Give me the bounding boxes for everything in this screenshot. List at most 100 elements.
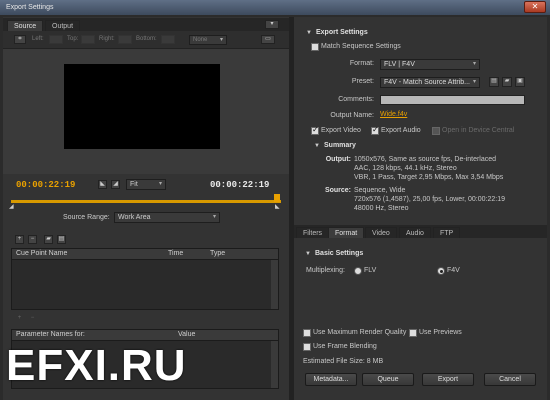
tab-video[interactable]: Video [365,227,397,238]
summary-output-line-1: 1050x576, Same as source fps, De-interla… [354,156,497,163]
crop-right-field[interactable] [118,35,132,44]
param-table-scrollbar[interactable] [271,341,278,388]
open-folder-icon[interactable]: ▰ [44,235,53,244]
source-range-select[interactable]: Work Area ▾ [114,212,220,223]
duration-time: 00:00:22:19 [210,180,270,190]
save-cue-points-icon[interactable]: ▤ [57,235,66,244]
summary-source-line-2: 720x576 (1,4587), 25,00 fps, Lower, 00:0… [354,196,506,203]
estimated-file-size: Estimated File Size: 8 MB [303,358,384,365]
crop-bottom-field[interactable] [161,35,175,44]
tab-audio[interactable]: Audio [399,227,431,238]
cancel-button[interactable]: Cancel [484,373,536,386]
metadata-button[interactable]: Metadata... [305,373,357,386]
frame-blending-checkbox[interactable] [303,343,311,351]
add-cue-point-icon[interactable]: + [15,235,24,244]
export-audio-checkbox[interactable] [371,125,379,135]
summary-source-label: Source: [324,187,351,194]
set-in-point-icon[interactable]: ◣ [98,180,107,189]
tab-filters[interactable]: Filters [296,227,330,238]
crop-left-field[interactable] [49,35,63,44]
multiplexing-label: Multiplexing: [306,267,345,274]
summary-source-line-3: 48000 Hz, Stereo [354,205,409,212]
mux-f4v-radio[interactable] [437,267,445,275]
source-range-label: Source Range: [63,214,110,221]
use-previews-label: Use Previews [419,329,462,336]
crop-left-label: Left: [32,36,44,42]
summary-output-label: Output: [325,156,351,163]
mux-flv-radio[interactable] [354,267,362,275]
playhead[interactable] [274,194,280,202]
basic-settings-collapse-icon[interactable]: ▼ [305,251,311,257]
summary-collapse-icon[interactable]: ▼ [314,143,320,149]
export-settings-collapse-icon[interactable]: ▼ [306,30,312,36]
close-button[interactable]: ✕ [524,1,546,13]
add-param-icon[interactable]: + [15,314,24,323]
match-sequence-label: Match Sequence Settings [321,43,401,50]
mux-flv-label: FLV [364,267,377,274]
export-video-checkbox[interactable] [311,125,319,135]
col-type[interactable]: Type [210,250,225,257]
output-name-link[interactable]: Wide.f4v [380,111,407,118]
export-settings-title: Export Settings [316,29,368,36]
max-render-quality-label: Use Maximum Render Quality [313,329,407,336]
param-table-header: Parameter Names for: Value [12,330,278,341]
cue-point-toolbar: + − ▰ ▤ [11,233,281,247]
cue-point-table[interactable]: Cue Point Name Time Type [11,248,279,310]
use-previews-checkbox[interactable] [409,329,417,337]
tab-ftp[interactable]: FTP [433,227,461,238]
match-sequence-checkbox[interactable] [311,43,319,51]
summary-title: Summary [324,142,356,149]
col-value[interactable]: Value [178,331,195,338]
comments-field[interactable] [380,95,525,105]
delete-preset-icon[interactable]: ▣ [515,77,525,87]
import-preset-icon[interactable]: ▰ [502,77,512,87]
crop-top-field[interactable] [81,35,95,44]
open-device-central-checkbox[interactable] [432,127,440,135]
output-name-label: Output Name: [330,112,374,119]
crop-toolbar: ⌗ Left: Top: Right: Bottom: None ▾ ▭ [3,31,289,49]
output-size-icon[interactable]: ▭ [261,35,275,44]
export-video-label: Export Video [321,127,361,134]
summary-output-line-2: AAC, 128 kbps, 44.1 kHz, Stereo [354,165,457,172]
tab-format[interactable]: Format [328,227,365,238]
set-out-point-icon[interactable]: ◢ [111,180,120,189]
cue-table-header: Cue Point Name Time Type [12,249,278,260]
crop-right-label: Right: [99,36,115,42]
format-select[interactable]: FLV | F4V ▾ [380,59,480,70]
preset-label: Preset: [351,78,374,85]
queue-button[interactable]: Queue [362,373,414,386]
open-device-central-label: Open in Device Central [442,127,515,134]
crop-bottom-label: Bottom: [136,36,157,42]
in-point-marker-icon[interactable]: ◢ [9,203,14,210]
basic-settings-title: Basic Settings [315,250,364,257]
current-time[interactable]: 00:00:22:19 [16,180,75,190]
tab-output[interactable]: Output [45,20,81,31]
video-frame [64,64,220,149]
comments-label: Comments: [338,96,374,103]
out-point-marker-icon[interactable]: ◣ [275,203,280,210]
col-parameter-names[interactable]: Parameter Names for: [16,331,85,338]
export-button[interactable]: Export [422,373,474,386]
crop-icon[interactable]: ⌗ [14,35,26,44]
tab-source[interactable]: Source [7,20,44,31]
summary-output-line-3: VBR, 1 Pass, Target 2,95 Mbps, Max 3,54 … [354,174,504,181]
panel-menu-icon[interactable]: ▾ [265,20,279,29]
remove-param-icon[interactable]: − [28,314,37,323]
crop-top-label: Top: [67,36,79,42]
crop-aspect-select[interactable]: None ▾ [189,35,227,45]
timeline-scrub-bar[interactable] [11,200,281,203]
max-render-quality-checkbox[interactable] [303,329,311,337]
window-title: Export Settings [6,4,54,11]
cue-table-scrollbar[interactable] [271,260,278,309]
col-time[interactable]: Time [168,250,183,257]
frame-blending-label: Use Frame Blending [313,343,377,350]
format-label: Format: [349,60,374,67]
zoom-fit-select[interactable]: Fit ▾ [126,179,166,190]
window-title-bar: Export Settings [0,0,550,15]
mux-f4v-label: F4V [447,267,460,274]
summary-source-line-1: Sequence, Wide [354,187,406,194]
preset-select[interactable]: F4V - Match Source Attrib... ▾ [380,77,480,88]
save-preset-icon[interactable]: ▤ [489,77,499,87]
col-cue-point-name[interactable]: Cue Point Name [16,250,67,257]
remove-cue-point-icon[interactable]: − [28,235,37,244]
